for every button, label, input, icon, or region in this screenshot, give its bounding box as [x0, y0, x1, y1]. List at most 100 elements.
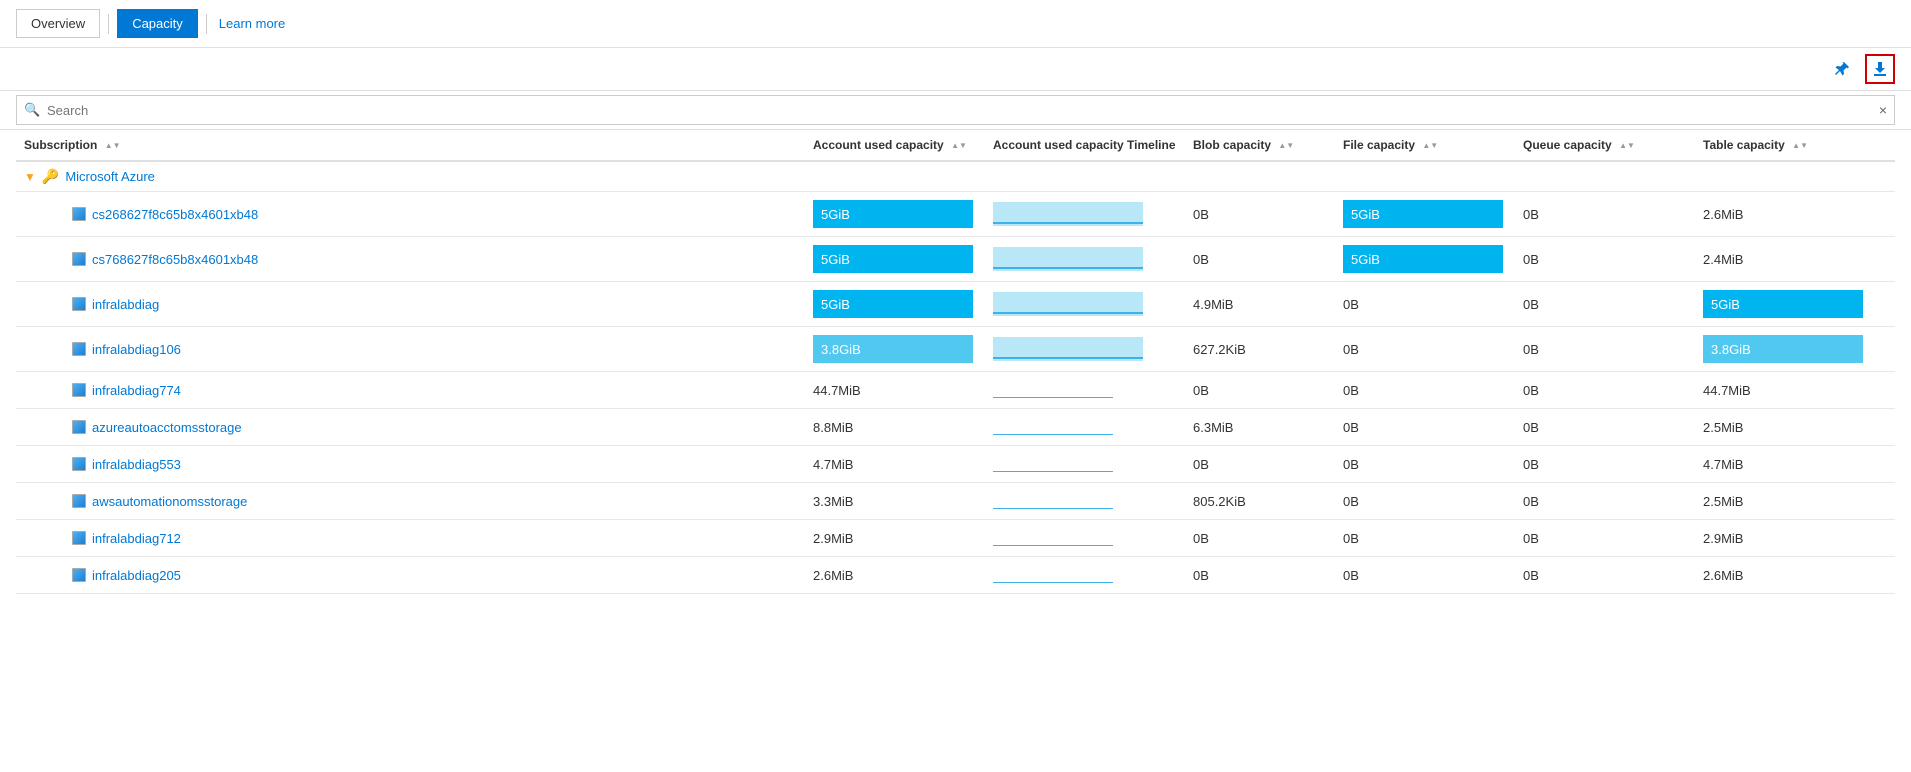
account-name: cs768627f8c65b8x4601xb48	[92, 252, 258, 267]
cell-table-capacity: 3.8GiB	[1695, 327, 1895, 372]
account-link[interactable]: infralabdiag106	[72, 342, 797, 357]
cell-subscription: azureautoacctomsstorage	[16, 409, 805, 446]
cell-account-used-capacity: 5GiB	[805, 282, 985, 327]
sort-file-capacity[interactable]: ▲▼	[1422, 142, 1438, 150]
cell-blob-capacity: 0B	[1185, 192, 1335, 237]
account-link[interactable]: infralabdiag	[72, 297, 797, 312]
cell-account-timeline	[985, 372, 1185, 409]
timeline-line	[993, 267, 1143, 269]
sort-blob-capacity[interactable]: ▲▼	[1278, 142, 1294, 150]
cell-account-timeline	[985, 237, 1185, 282]
cell-blob-capacity: 0B	[1185, 520, 1335, 557]
timeline-line-only	[993, 565, 1113, 585]
search-input[interactable]	[16, 95, 1895, 125]
cell-account-used-capacity: 2.6MiB	[805, 557, 985, 594]
learn-more-link[interactable]: Learn more	[215, 10, 289, 37]
file-capacity-value: 0B	[1343, 297, 1359, 312]
table-row: infralabdiag2052.6MiB0B0B0B2.6MiB	[16, 557, 1895, 594]
capacity-text: 8.8MiB	[813, 420, 853, 435]
cell-blob-capacity: 0B	[1185, 557, 1335, 594]
cell-file-capacity: 0B	[1335, 446, 1515, 483]
cell-subscription: cs268627f8c65b8x4601xb48	[16, 192, 805, 237]
cell-blob-capacity: 0B	[1185, 237, 1335, 282]
overview-tab[interactable]: Overview	[16, 9, 100, 38]
timeline-bar	[993, 247, 1143, 271]
cell-account-timeline	[985, 327, 1185, 372]
nav-divider-1	[108, 14, 109, 34]
cell-blob-capacity: 4.9MiB	[1185, 282, 1335, 327]
nav-divider-2	[206, 14, 207, 34]
queue-capacity-value: 0B	[1523, 494, 1539, 509]
account-link[interactable]: azureautoacctomsstorage	[72, 420, 797, 435]
search-clear-button[interactable]: ×	[1879, 102, 1887, 118]
table-row: azureautoacctomsstorage8.8MiB6.3MiB0B0B2…	[16, 409, 1895, 446]
col-header-account-timeline[interactable]: Account used capacity Timeline	[985, 130, 1185, 161]
capacity-tab[interactable]: Capacity	[117, 9, 198, 38]
col-header-subscription[interactable]: Subscription ▲▼	[16, 130, 805, 161]
sort-queue-capacity[interactable]: ▲▼	[1619, 142, 1635, 150]
capacity-bar-label: 5GiB	[821, 207, 850, 222]
cell-account-timeline	[985, 557, 1185, 594]
cell-table-capacity: 2.5MiB	[1695, 483, 1895, 520]
top-navigation: Overview Capacity Learn more	[0, 0, 1911, 48]
capacity-text: 4.7MiB	[813, 457, 853, 472]
account-link[interactable]: infralabdiag774	[72, 383, 797, 398]
chevron-icon: ▼	[24, 170, 36, 184]
timeline-line	[993, 471, 1113, 473]
sort-subscription[interactable]: ▲▼	[105, 142, 121, 150]
cell-table-capacity: 5GiB	[1695, 282, 1895, 327]
pin-button[interactable]	[1827, 54, 1857, 84]
file-capacity-value: 0B	[1343, 342, 1359, 357]
account-name: infralabdiag	[92, 297, 159, 312]
blob-capacity-value: 4.9MiB	[1193, 297, 1233, 312]
timeline-bar	[993, 202, 1143, 226]
account-name: infralabdiag205	[92, 568, 181, 583]
cell-queue-capacity: 0B	[1515, 520, 1695, 557]
table-row: cs768627f8c65b8x4601xb485GiB0B5GiB0B2.4M…	[16, 237, 1895, 282]
table-capacity-value: 2.6MiB	[1703, 207, 1743, 222]
cell-account-used-capacity: 3.3MiB	[805, 483, 985, 520]
account-link[interactable]: infralabdiag712	[72, 531, 797, 546]
capacity-text: 3.3MiB	[813, 494, 853, 509]
account-link[interactable]: cs768627f8c65b8x4601xb48	[72, 252, 797, 267]
timeline-line	[993, 312, 1143, 314]
capacity-bar: 5GiB	[813, 245, 973, 273]
file-capacity-value: 0B	[1343, 531, 1359, 546]
col-header-table-capacity[interactable]: Table capacity ▲▼	[1695, 130, 1895, 161]
timeline-bar	[993, 337, 1143, 361]
col-header-file-capacity[interactable]: File capacity ▲▼	[1335, 130, 1515, 161]
group-label[interactable]: ▼ 🔑 Microsoft Azure	[24, 168, 1887, 185]
download-button[interactable]	[1865, 54, 1895, 84]
cell-account-used-capacity: 44.7MiB	[805, 372, 985, 409]
blob-capacity-value: 0B	[1193, 252, 1209, 267]
blob-capacity-value: 0B	[1193, 531, 1209, 546]
account-link[interactable]: awsautomationomsstorage	[72, 494, 797, 509]
col-header-blob-capacity[interactable]: Blob capacity ▲▼	[1185, 130, 1335, 161]
table-header-row: Subscription ▲▼ Account used capacity ▲▼…	[16, 130, 1895, 161]
capacity-text: 2.9MiB	[813, 531, 853, 546]
group-row-microsoft-azure: ▼ 🔑 Microsoft Azure	[16, 161, 1895, 192]
account-link[interactable]: cs268627f8c65b8x4601xb48	[72, 207, 797, 222]
table-row: infralabdiag7122.9MiB0B0B0B2.9MiB	[16, 520, 1895, 557]
sort-account-used-capacity[interactable]: ▲▼	[951, 142, 967, 150]
col-header-queue-capacity[interactable]: Queue capacity ▲▼	[1515, 130, 1695, 161]
account-link[interactable]: infralabdiag553	[72, 457, 797, 472]
storage-icon	[72, 252, 86, 266]
queue-capacity-value: 0B	[1523, 297, 1539, 312]
sort-table-capacity[interactable]: ▲▼	[1792, 142, 1808, 150]
cell-queue-capacity: 0B	[1515, 557, 1695, 594]
cell-file-capacity: 0B	[1335, 409, 1515, 446]
account-link[interactable]: infralabdiag205	[72, 568, 797, 583]
cell-blob-capacity: 627.2KiB	[1185, 327, 1335, 372]
blob-capacity-value: 805.2KiB	[1193, 494, 1246, 509]
table-capacity-value: 2.5MiB	[1703, 420, 1743, 435]
timeline-line-only	[993, 417, 1113, 437]
table-container: Subscription ▲▼ Account used capacity ▲▼…	[0, 130, 1911, 594]
storage-icon	[72, 297, 86, 311]
blob-capacity-value: 0B	[1193, 457, 1209, 472]
timeline-line-only	[993, 454, 1113, 474]
account-name: infralabdiag712	[92, 531, 181, 546]
cell-queue-capacity: 0B	[1515, 237, 1695, 282]
col-header-account-used-capacity[interactable]: Account used capacity ▲▼	[805, 130, 985, 161]
storage-icon	[72, 568, 86, 582]
